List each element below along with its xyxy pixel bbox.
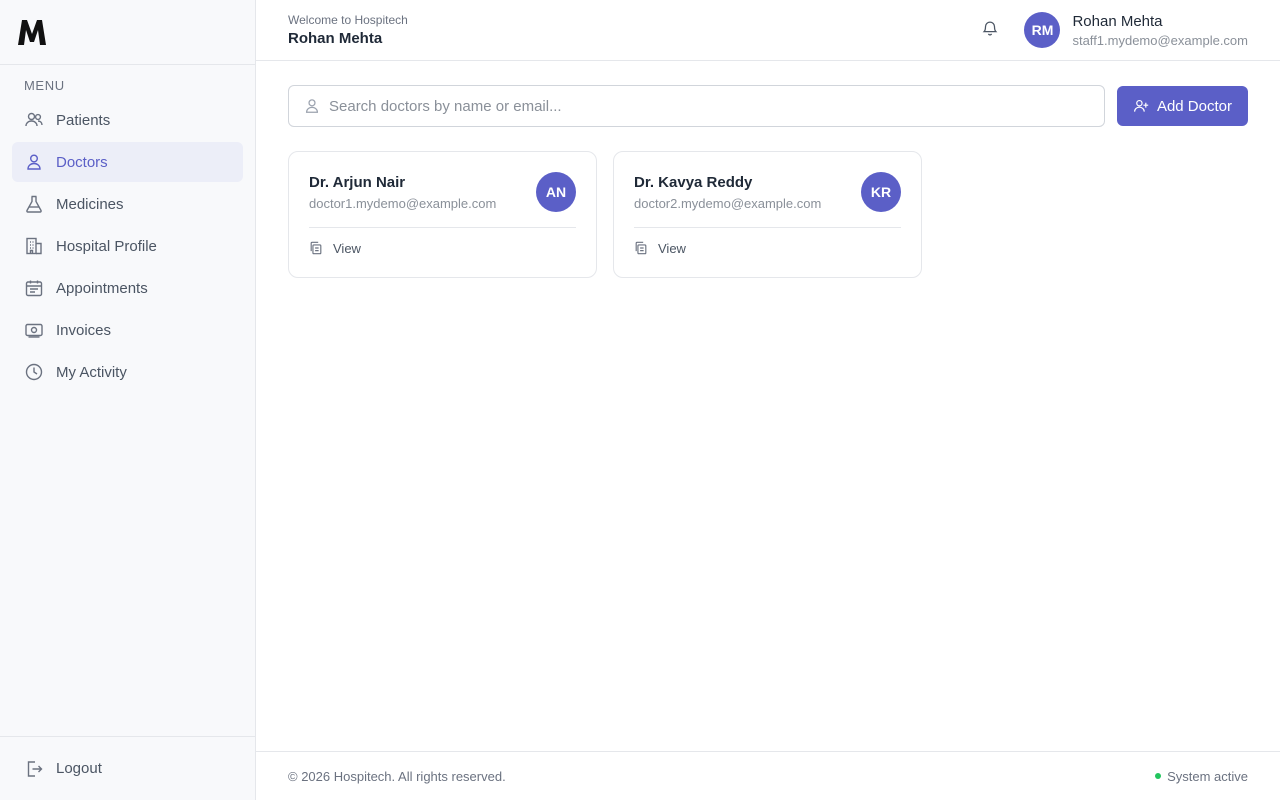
welcome-block: Welcome to Hospitech Rohan Mehta: [288, 13, 408, 47]
logout-icon: [24, 759, 44, 779]
sidebar-item-appointments[interactable]: Appointments: [12, 268, 243, 308]
search-box: [288, 85, 1105, 127]
toolbar: Add Doctor: [288, 85, 1248, 127]
sidebar-footer: Logout: [0, 736, 255, 800]
welcome-text: Welcome to Hospitech: [288, 13, 408, 27]
doctor-card: Dr. Arjun Nair doctor1.mydemo@example.co…: [288, 151, 597, 278]
add-doctor-button[interactable]: Add Doctor: [1116, 86, 1248, 126]
sidebar-item-doctors[interactable]: Doctors: [12, 142, 243, 182]
bell-icon: [981, 19, 999, 42]
search-input[interactable]: [329, 97, 1104, 115]
sidebar-item-label: Hospital Profile: [56, 237, 157, 255]
copyright-text: © 2026 Hospitech. All rights reserved.: [288, 768, 506, 784]
sidebar-item-label: Doctors: [56, 153, 108, 171]
add-doctor-label: Add Doctor: [1156, 97, 1232, 115]
user-info: Rohan Mehta staff1.mydemo@example.com: [1072, 13, 1248, 48]
doctor-card: Dr. Kavya Reddy doctor2.mydemo@example.c…: [613, 151, 922, 278]
doctor-email: doctor1.mydemo@example.com: [309, 196, 497, 211]
welcome-name: Rohan Mehta: [288, 30, 383, 47]
user-plus-icon: [1133, 98, 1149, 114]
user-name: Rohan Mehta: [1072, 12, 1163, 30]
clock-icon: [24, 362, 44, 382]
m-logo-icon[interactable]: [16, 18, 48, 46]
notifications-button[interactable]: [974, 14, 1006, 46]
doctor-cards: Dr. Arjun Nair doctor1.mydemo@example.co…: [288, 151, 1248, 278]
sidebar-item-label: Appointments: [56, 279, 148, 297]
banknote-icon: [24, 320, 44, 340]
sidebar-item-invoices[interactable]: Invoices: [12, 310, 243, 350]
view-label: View: [658, 240, 686, 256]
user-area: RM Rohan Mehta staff1.mydemo@example.com: [974, 12, 1248, 48]
copy-icon: [634, 240, 650, 256]
users-icon: [24, 110, 44, 130]
menu-heading: MENU: [24, 78, 65, 93]
status-text: System active: [1167, 768, 1248, 784]
top-bar: Welcome to Hospitech Rohan Mehta RM Roha…: [256, 0, 1280, 61]
sidebar-item-patients[interactable]: Patients: [12, 100, 243, 140]
doctor-avatar: AN: [536, 172, 576, 212]
sidebar-item-label: Patients: [56, 111, 111, 129]
avatar[interactable]: RM: [1024, 12, 1061, 48]
doctor-avatar: KR: [861, 172, 901, 212]
logout-button[interactable]: Logout: [12, 749, 243, 789]
sidebar-item-medicines[interactable]: Medicines: [12, 184, 243, 224]
sidebar-nav: Patients Doctors Medicines Hospital Prof…: [0, 100, 255, 394]
sidebar: MENU Patients Doctors Medicines Hospital…: [0, 0, 256, 800]
view-doctor-button[interactable]: View: [309, 228, 576, 268]
doctor-name: Dr. Kavya Reddy: [634, 174, 753, 191]
doctors-content: Add Doctor Dr. Arjun Nair doctor1.mydemo…: [256, 61, 1280, 751]
building-icon: [24, 236, 44, 256]
user-icon: [24, 152, 44, 172]
app-root: MENU Patients Doctors Medicines Hospital…: [0, 0, 1280, 800]
sidebar-item-label: Medicines: [56, 195, 124, 213]
user-email: staff1.mydemo@example.com: [1072, 32, 1248, 48]
view-doctor-button[interactable]: View: [634, 228, 901, 268]
copy-icon: [309, 240, 325, 256]
flask-icon: [24, 194, 44, 214]
status-dot-icon: [1155, 773, 1162, 779]
logo-area: [0, 0, 255, 65]
system-status: System active: [1155, 769, 1248, 784]
sidebar-item-my-activity[interactable]: My Activity: [12, 352, 243, 392]
user-search-icon: [303, 97, 321, 115]
sidebar-item-label: Invoices: [56, 321, 112, 339]
main-area: Welcome to Hospitech Rohan Mehta RM Roha…: [256, 0, 1280, 800]
logout-label: Logout: [56, 760, 102, 777]
doctor-email: doctor2.mydemo@example.com: [634, 196, 822, 211]
sidebar-item-label: My Activity: [56, 363, 127, 381]
calendar-icon: [24, 278, 44, 298]
page-footer: © 2026 Hospitech. All rights reserved. S…: [256, 751, 1280, 800]
view-label: View: [333, 240, 361, 256]
sidebar-item-hospital-profile[interactable]: Hospital Profile: [12, 226, 243, 266]
doctor-name: Dr. Arjun Nair: [309, 174, 406, 191]
